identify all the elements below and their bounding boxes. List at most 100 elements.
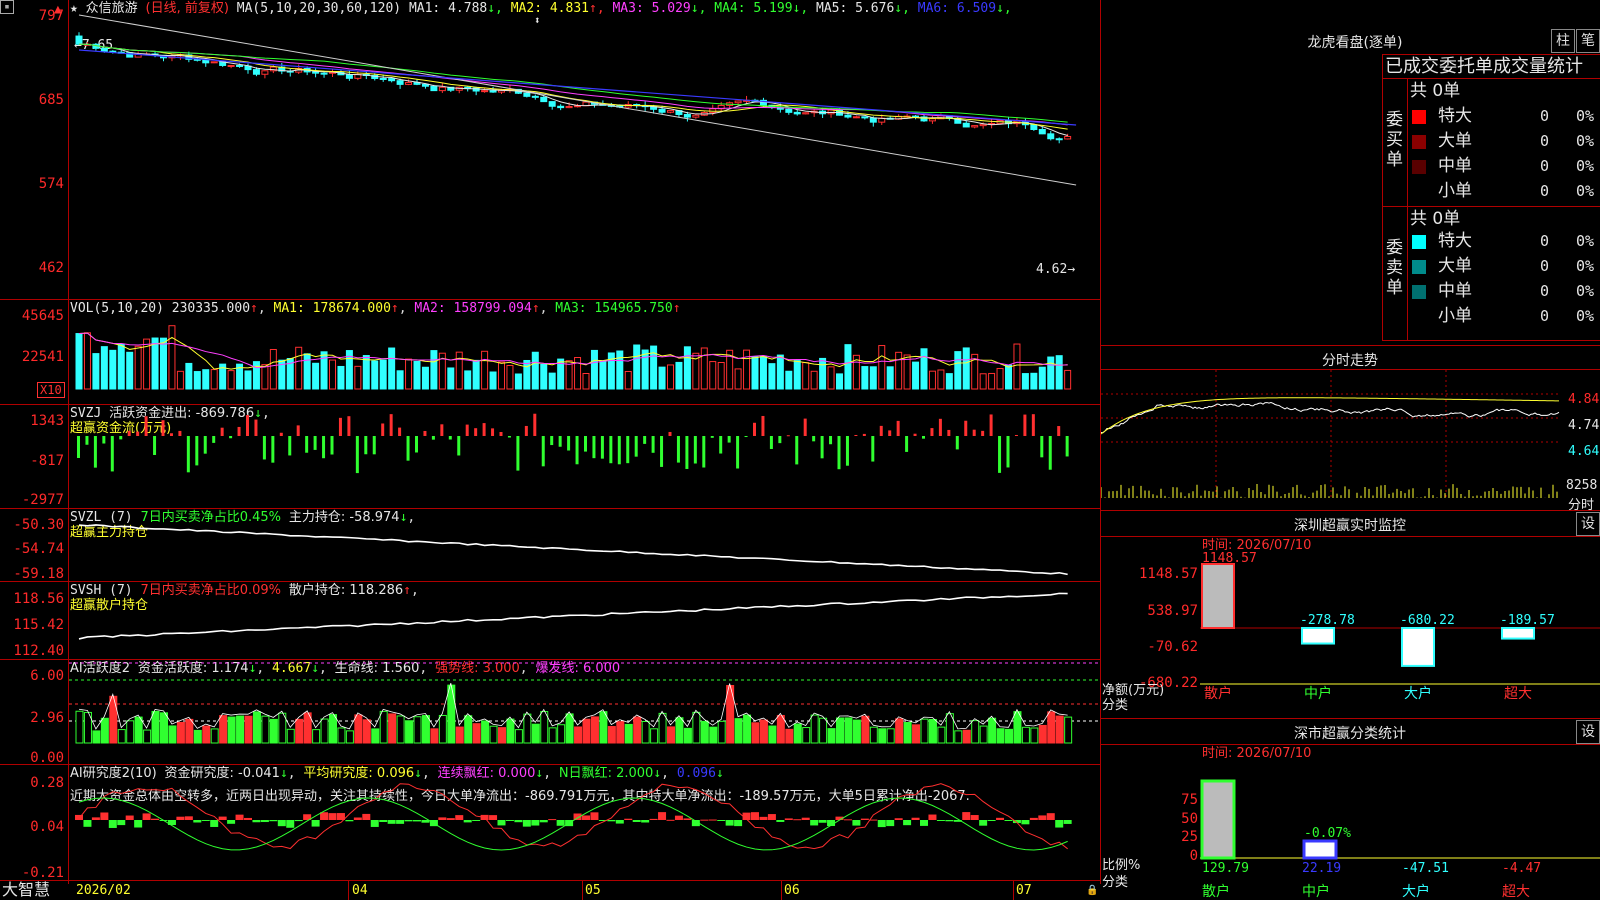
sz-bar-value: -189.57 bbox=[1500, 613, 1555, 628]
activity-bar bbox=[768, 725, 777, 744]
volume-bar bbox=[988, 372, 996, 390]
activity-bar bbox=[912, 724, 921, 744]
candle-body bbox=[430, 85, 438, 92]
candle-body bbox=[1030, 124, 1038, 130]
retail-holding-line bbox=[78, 592, 1068, 640]
activity-bar bbox=[557, 724, 566, 744]
activity-bar bbox=[109, 695, 118, 744]
activity-bar bbox=[1013, 711, 1022, 744]
sz-settings-button[interactable]: 设 bbox=[1576, 512, 1600, 536]
research-bar bbox=[683, 818, 692, 820]
activity-bar bbox=[514, 729, 523, 744]
volume-bar bbox=[481, 350, 489, 390]
date-label: 06 bbox=[784, 883, 800, 898]
order-type-label: 中单 bbox=[1438, 281, 1472, 301]
research-bar bbox=[345, 820, 354, 822]
fund-flow-bar bbox=[651, 436, 655, 453]
svsh-ytick: 112.40 bbox=[13, 643, 64, 659]
brand-logo[interactable]: 大智慧 bbox=[2, 881, 50, 899]
volume-chart[interactable] bbox=[69, 300, 1101, 404]
activity-bar bbox=[1047, 711, 1056, 744]
activity-bar bbox=[624, 723, 633, 744]
date-label: 07 bbox=[1016, 883, 1032, 898]
volume-bar bbox=[303, 353, 311, 390]
ai2-ytick: 0.28 bbox=[30, 775, 64, 791]
date-label: 05 bbox=[585, 883, 601, 898]
fund-flow-bar bbox=[389, 414, 393, 436]
intraday-ytick: 4.640 bbox=[1568, 444, 1600, 459]
fund-flow-bar bbox=[1048, 436, 1052, 470]
tick-mode-button[interactable]: 笔 bbox=[1576, 29, 1600, 53]
candle-body bbox=[100, 47, 108, 52]
ai-research-chart[interactable] bbox=[69, 764, 1101, 880]
order-color-swatch bbox=[1412, 135, 1426, 149]
activity-bar bbox=[160, 712, 168, 744]
volume-bar bbox=[920, 348, 928, 390]
ai-activity-chart[interactable] bbox=[69, 659, 1101, 764]
volume-bar bbox=[937, 369, 945, 390]
volume-bar bbox=[464, 370, 472, 390]
sz-category: 分类 bbox=[1102, 698, 1129, 713]
research-bar bbox=[582, 815, 590, 820]
research-bar bbox=[734, 820, 743, 827]
activity-bar bbox=[438, 714, 447, 744]
research-bar bbox=[920, 820, 928, 826]
activity-bar bbox=[607, 726, 616, 744]
sz-bar-chart[interactable]: 1148.57 散户 -278.78 中户 -680.22 大户 -189.57 超大 bbox=[1200, 540, 1600, 700]
retail-holding-chart[interactable] bbox=[69, 581, 1101, 659]
research-bar bbox=[717, 820, 726, 821]
activity-bar bbox=[193, 729, 202, 744]
activity-bar bbox=[464, 715, 473, 744]
vol-unit-badge[interactable]: X10 bbox=[37, 382, 65, 398]
scroll-up-icon[interactable]: ▲ bbox=[54, 2, 62, 17]
research-bar bbox=[886, 820, 895, 827]
lock-icon[interactable]: 🔒 bbox=[1086, 883, 1098, 899]
volume-bar bbox=[421, 366, 429, 390]
activity-bar bbox=[844, 717, 853, 744]
volume-bar bbox=[354, 365, 362, 390]
volume-bar bbox=[269, 348, 277, 390]
activity-bar bbox=[320, 718, 329, 744]
volume-bar bbox=[776, 354, 784, 390]
order-percent: 0% bbox=[1576, 232, 1595, 250]
volume-bar bbox=[548, 372, 556, 390]
activity-bar bbox=[802, 727, 811, 744]
research-bar bbox=[615, 820, 624, 824]
buy-side-label: 委买单 bbox=[1386, 110, 1403, 170]
volume-bar bbox=[117, 343, 125, 390]
fund-flow-bar bbox=[330, 436, 334, 455]
fund-flow-bar bbox=[372, 436, 376, 455]
cls-settings-button[interactable]: 设 bbox=[1576, 720, 1600, 744]
intraday-chart[interactable] bbox=[1101, 370, 1571, 508]
candle-body bbox=[210, 61, 218, 64]
trade-stats-tab[interactable]: 已成交委托单成交量统计 bbox=[1385, 57, 1583, 77]
main-holding-chart[interactable] bbox=[69, 508, 1101, 581]
order-count: 0 bbox=[1540, 232, 1550, 250]
research-bar bbox=[125, 815, 134, 820]
research-bar bbox=[852, 820, 861, 826]
activity-bar bbox=[498, 727, 506, 744]
activity-bar bbox=[523, 713, 532, 744]
cls-bar-chart[interactable]: -0.07% 129.79 散户 22.19 中户 -47.51 大户 -4.47 超大 bbox=[1200, 745, 1600, 900]
bar-mode-button[interactable]: 柱 bbox=[1551, 29, 1575, 53]
sz-bar-value: -278.78 bbox=[1300, 613, 1355, 628]
cls-ytick: 50 bbox=[1181, 811, 1198, 827]
fund-flow-bar bbox=[753, 422, 756, 436]
research-bar bbox=[1055, 820, 1064, 828]
activity-bar bbox=[100, 717, 109, 744]
cls-category-label: 中户 bbox=[1302, 883, 1330, 900]
fund-flow-bar bbox=[972, 429, 976, 436]
research-bar bbox=[1021, 820, 1030, 825]
research-bar bbox=[336, 813, 345, 820]
fund-flow-bar bbox=[558, 436, 562, 447]
fund-flow-bar bbox=[457, 436, 461, 456]
kline-chart[interactable] bbox=[69, 0, 1101, 298]
fund-flow-bar bbox=[398, 427, 402, 436]
research-bar bbox=[700, 819, 709, 821]
activity-bar bbox=[481, 720, 490, 744]
fund-flow-chart[interactable] bbox=[69, 404, 1101, 508]
volume-bar bbox=[472, 359, 480, 390]
menu-icon[interactable]: ▪ bbox=[0, 0, 14, 14]
candle-body bbox=[692, 114, 700, 118]
fund-flow-bar bbox=[541, 436, 545, 467]
